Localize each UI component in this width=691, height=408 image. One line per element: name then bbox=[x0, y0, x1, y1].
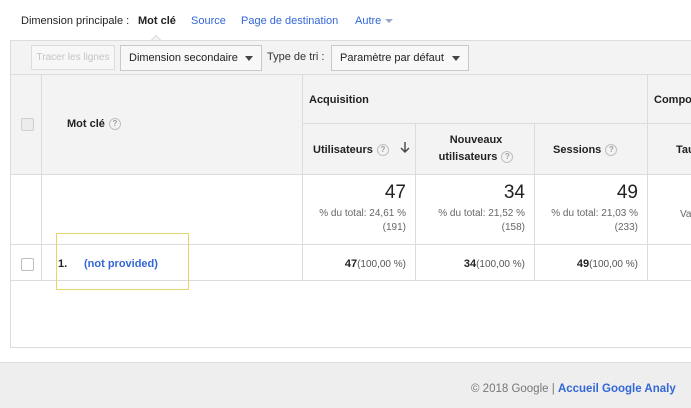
secondary-dimension-dropdown[interactable]: Dimension secondaire bbox=[120, 45, 262, 71]
sort-descending-icon[interactable] bbox=[400, 142, 410, 157]
row-checkbox[interactable] bbox=[21, 258, 34, 271]
sessions-column-header[interactable]: Sessions? bbox=[553, 144, 618, 157]
sessions-total-value: 49 bbox=[616, 182, 638, 203]
dropdown-arrow-icon bbox=[245, 56, 253, 61]
plot-rows-button[interactable]: Tracer les lignes bbox=[31, 45, 115, 70]
divider bbox=[647, 74, 648, 281]
new-users-header-line2-text: utilisateurs bbox=[438, 151, 498, 163]
divider bbox=[41, 74, 42, 281]
keyword-column-header[interactable]: Mot clé? bbox=[67, 118, 121, 131]
dimension-option-source[interactable]: Source bbox=[191, 15, 226, 27]
row-users-pct: (100,00 %) bbox=[357, 259, 406, 270]
help-icon[interactable]: ? bbox=[376, 144, 389, 157]
bounce-total-partial: Va bbox=[680, 209, 691, 220]
sessions-total-of: (233) bbox=[614, 222, 638, 233]
behavior-group-header: Compor bbox=[654, 94, 691, 106]
row-new-users-pct: (100,00 %) bbox=[476, 259, 525, 270]
dimension-option-other[interactable]: Autre bbox=[355, 15, 394, 27]
acquisition-group-header: Acquisition bbox=[309, 94, 369, 106]
bounce-column-header[interactable]: Tau bbox=[676, 144, 691, 156]
row-sessions-pct: (100,00 %) bbox=[589, 259, 638, 270]
select-all-checkbox[interactable] bbox=[21, 118, 34, 131]
row-sessions: 49(100,00 %) bbox=[535, 258, 638, 270]
users-header-label: Utilisateurs bbox=[313, 144, 373, 156]
new-users-total-pct: % du total: 21,52 % bbox=[438, 208, 525, 219]
row-users-value: 47 bbox=[344, 258, 358, 270]
page-footer: © 2018 Google | Accueil Google Analy bbox=[0, 362, 691, 408]
new-users-column-header[interactable]: Nouveaux utilisateurs? bbox=[431, 132, 521, 166]
divider bbox=[11, 347, 691, 348]
footer-copyright: © 2018 Google bbox=[471, 383, 549, 395]
primary-dimension-bar: Dimension principale : Mot clé Source Pa… bbox=[0, 0, 691, 41]
new-users-total-of: (158) bbox=[501, 222, 525, 233]
report-table: Mot clé? Acquisition Compor Utilisateurs… bbox=[10, 74, 691, 348]
dimension-option-landing-page[interactable]: Page de destination bbox=[241, 15, 338, 27]
new-users-header-line2: utilisateurs? bbox=[431, 149, 521, 166]
new-users-total-value: 34 bbox=[503, 182, 525, 203]
users-total-of: (191) bbox=[382, 222, 406, 233]
primary-dimension-label: Dimension principale : bbox=[21, 15, 130, 27]
secondary-dimension-label: Dimension secondaire bbox=[129, 52, 238, 64]
divider bbox=[302, 74, 303, 281]
sessions-total: 49 % du total: 21,03 % (233) bbox=[535, 182, 638, 235]
other-label: Autre bbox=[355, 15, 382, 27]
help-icon[interactable]: ? bbox=[108, 118, 121, 131]
divider bbox=[11, 74, 691, 75]
footer-text: © 2018 Google | Accueil Google Analy bbox=[471, 383, 676, 395]
new-users-total: 34 % du total: 21,52 % (158) bbox=[416, 182, 525, 235]
table-controls-bar: Tracer les lignes Dimension secondaire T… bbox=[10, 40, 691, 74]
chevron-down-icon bbox=[385, 19, 394, 24]
divider bbox=[11, 174, 691, 175]
row-new-users: 34(100,00 %) bbox=[416, 258, 525, 270]
dropdown-arrow-icon bbox=[452, 56, 460, 61]
sort-type-label: Type de tri : bbox=[267, 51, 325, 63]
highlight-box bbox=[56, 233, 189, 290]
footer-home-link[interactable]: Accueil Google Analy bbox=[558, 383, 676, 395]
sessions-header-label: Sessions bbox=[553, 144, 602, 156]
footer-separator: | bbox=[551, 383, 555, 395]
users-total: 47 % du total: 24,61 % (191) bbox=[303, 182, 406, 235]
row-users: 47(100,00 %) bbox=[303, 258, 406, 270]
dimension-option-keyword[interactable]: Mot clé bbox=[138, 15, 176, 27]
divider bbox=[302, 123, 691, 124]
new-users-header-line1: Nouveaux bbox=[449, 134, 503, 146]
users-column-header[interactable]: Utilisateurs? bbox=[313, 144, 389, 157]
row-new-users-value: 34 bbox=[463, 258, 477, 270]
sort-type-value: Paramètre par défaut bbox=[340, 52, 444, 64]
sessions-total-pct: % du total: 21,03 % bbox=[551, 208, 638, 219]
row-sessions-value: 49 bbox=[576, 258, 590, 270]
users-total-value: 47 bbox=[384, 182, 406, 203]
sort-type-dropdown[interactable]: Paramètre par défaut bbox=[331, 45, 469, 71]
help-icon[interactable]: ? bbox=[605, 144, 618, 157]
users-total-pct: % du total: 24,61 % bbox=[319, 208, 406, 219]
help-icon[interactable]: ? bbox=[501, 151, 514, 164]
keyword-header-label: Mot clé bbox=[67, 118, 105, 130]
